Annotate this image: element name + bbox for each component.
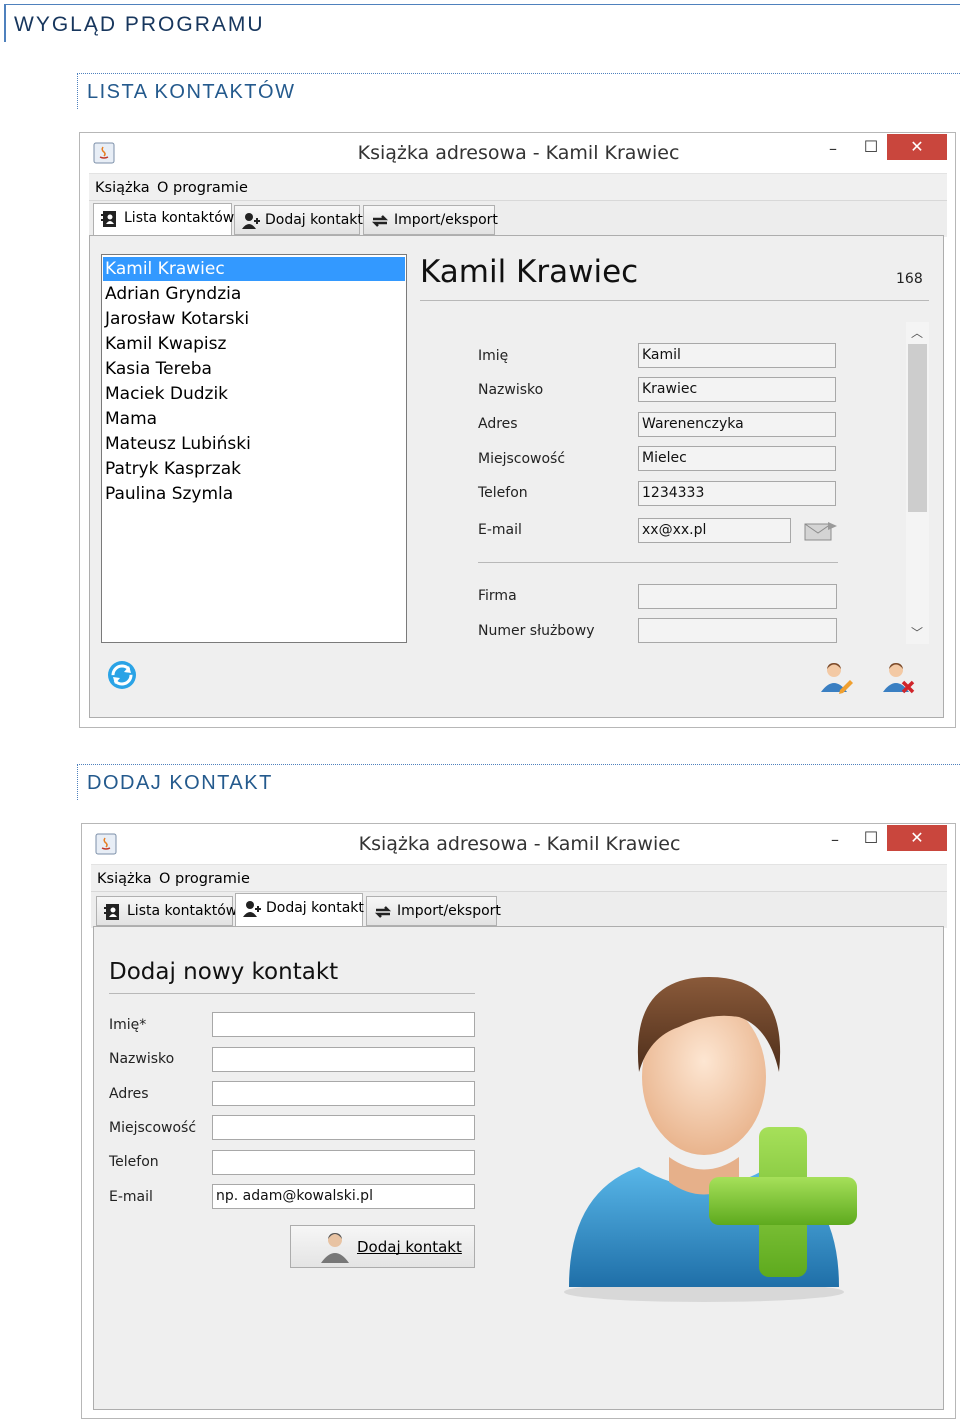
menu-o-programie[interactable]: O programie [157,180,248,196]
label-miejscowosc: Miejscowość [109,1120,197,1136]
list-item[interactable]: Kamil Kwapisz [103,332,405,356]
minimize-button[interactable]: – [820,139,846,158]
close-button[interactable]: ✕ [887,134,947,160]
list-item[interactable]: Kamil Krawiec [103,257,405,281]
address-book-window-list: Książka adresowa - Kamil Krawiec – ☐ ✕ K… [79,132,956,728]
refresh-icon[interactable] [107,660,137,690]
add-user-icon [243,901,261,917]
contact-id: 168 [896,271,923,287]
contact-list[interactable]: Kamil Krawiec Adrian Gryndzia Jarosław K… [101,254,407,643]
field-miejscowosc[interactable]: Mielec [638,446,836,471]
tab-add-contact[interactable]: Dodaj kontakt [235,893,364,926]
user-icon [321,1233,349,1263]
header-separator [420,300,929,301]
delete-user-icon[interactable] [880,660,916,696]
field-firma[interactable] [638,584,837,609]
form-title: Dodaj nowy kontakt [109,959,339,985]
label-nazwisko: Nazwisko [478,382,544,398]
input-imie[interactable] [212,1012,475,1037]
field-nazwisko[interactable]: Krawiec [638,377,836,402]
minimize-button[interactable]: – [822,830,848,849]
field-telefon[interactable]: 1234333 [638,481,836,506]
add-user-icon [242,213,260,229]
tab-label: Import/eksport [397,903,501,919]
label-adres: Adres [109,1086,149,1102]
add-contact-button[interactable]: Dodaj kontakt [290,1225,475,1268]
detail-scrollbar[interactable]: ︿ ﹀ [906,322,929,644]
menu-ksiazka[interactable]: Książka [97,871,152,887]
add-contact-panel: Dodaj nowy kontakt Imię* Nazwisko Adres … [93,926,944,1410]
fields-separator [478,562,838,563]
field-imie[interactable]: Kamil [638,343,836,368]
menu-ksiazka[interactable]: Książka [95,180,150,196]
tab-label: Dodaj kontakt [266,900,364,916]
tab-label: Import/eksport [394,212,498,228]
list-item[interactable]: Adrian Gryndzia [103,282,405,306]
scroll-down-icon[interactable]: ﹀ [911,624,923,641]
address-book-icon [101,211,116,227]
label-telefon: Telefon [109,1154,159,1170]
menu-o-programie[interactable]: O programie [159,871,250,887]
input-adres[interactable] [212,1081,475,1106]
contact-list-panel: Kamil Krawiec Adrian Gryndzia Jarosław K… [89,235,944,718]
maximize-button[interactable]: ☐ [858,828,884,847]
title-separator [109,993,475,994]
section-heading-add-contact: DODAJ KONTAKT [77,764,960,800]
document-heading: WYGLĄD PROGRAMU [4,4,960,42]
list-item[interactable]: Mateusz Lubiński [103,432,405,456]
menu-bar: Książka O programie [91,864,947,892]
detail-name: Kamil Krawiec [420,254,639,290]
tab-import-export[interactable]: Import/eksport [366,896,501,926]
input-nazwisko[interactable] [212,1047,475,1072]
scroll-up-icon[interactable]: ︿ [911,324,923,341]
close-button[interactable]: ✕ [887,825,947,851]
field-adres[interactable]: Warenenczyka [638,412,836,437]
list-item[interactable]: Mama [103,407,405,431]
tab-contact-list[interactable]: Lista kontaktów [96,896,237,926]
maximize-button[interactable]: ☐ [858,137,884,156]
section-heading-contact-list: LISTA KONTAKTÓW [77,73,960,109]
tab-import-export[interactable]: Import/eksport [363,205,498,235]
label-firma: Firma [478,588,517,604]
tab-add-contact[interactable]: Dodaj kontakt [234,205,363,235]
address-book-icon [104,904,119,920]
label-imie: Imię [478,348,509,364]
input-telefon[interactable] [212,1150,475,1175]
menu-bar: Książka O programie [89,173,947,201]
list-item[interactable]: Patryk Kasprzak [103,457,405,481]
field-email[interactable]: xx@xx.pl [638,518,791,543]
tab-strip: Lista kontaktów Dodaj kontakt Import/eks… [91,892,947,928]
sync-arrows-icon [371,215,389,227]
input-email[interactable]: np. adam@kowalski.pl [212,1184,475,1209]
list-item[interactable]: Kasia Tereba [103,357,405,381]
label-adres: Adres [478,416,518,432]
field-numer-sluzbowy[interactable] [638,618,837,643]
label-email: E-mail [478,522,522,538]
edit-user-icon[interactable] [818,660,854,696]
list-item[interactable]: Jarosław Kotarski [103,307,405,331]
tab-label: Dodaj kontakt [265,212,363,228]
tab-label: Lista kontaktów [127,903,238,919]
add-contact-button-label: Dodaj kontakt [357,1238,462,1256]
label-email: E-mail [109,1189,153,1205]
scroll-thumb[interactable] [908,344,927,512]
list-item[interactable]: Paulina Szymla [103,482,405,506]
send-mail-icon[interactable] [804,520,838,542]
add-user-illustration [564,977,857,1302]
label-numer-sluzbowy: Numer służbowy [478,623,595,639]
input-miejscowosc[interactable] [212,1115,475,1140]
label-miejscowosc: Miejscowość [478,451,566,467]
tab-strip: Lista kontaktów Dodaj kontakt Import/eks… [89,201,947,237]
tab-contact-list[interactable]: Lista kontaktów [93,203,235,236]
label-nazwisko: Nazwisko [109,1051,175,1067]
label-telefon: Telefon [478,485,528,501]
list-item[interactable]: Maciek Dudzik [103,382,405,406]
tab-label: Lista kontaktów [124,210,235,226]
address-book-window-add: Książka adresowa - Kamil Krawiec – ☐ ✕ K… [81,823,956,1419]
label-imie: Imię* [109,1017,147,1033]
sync-arrows-icon [374,906,392,918]
